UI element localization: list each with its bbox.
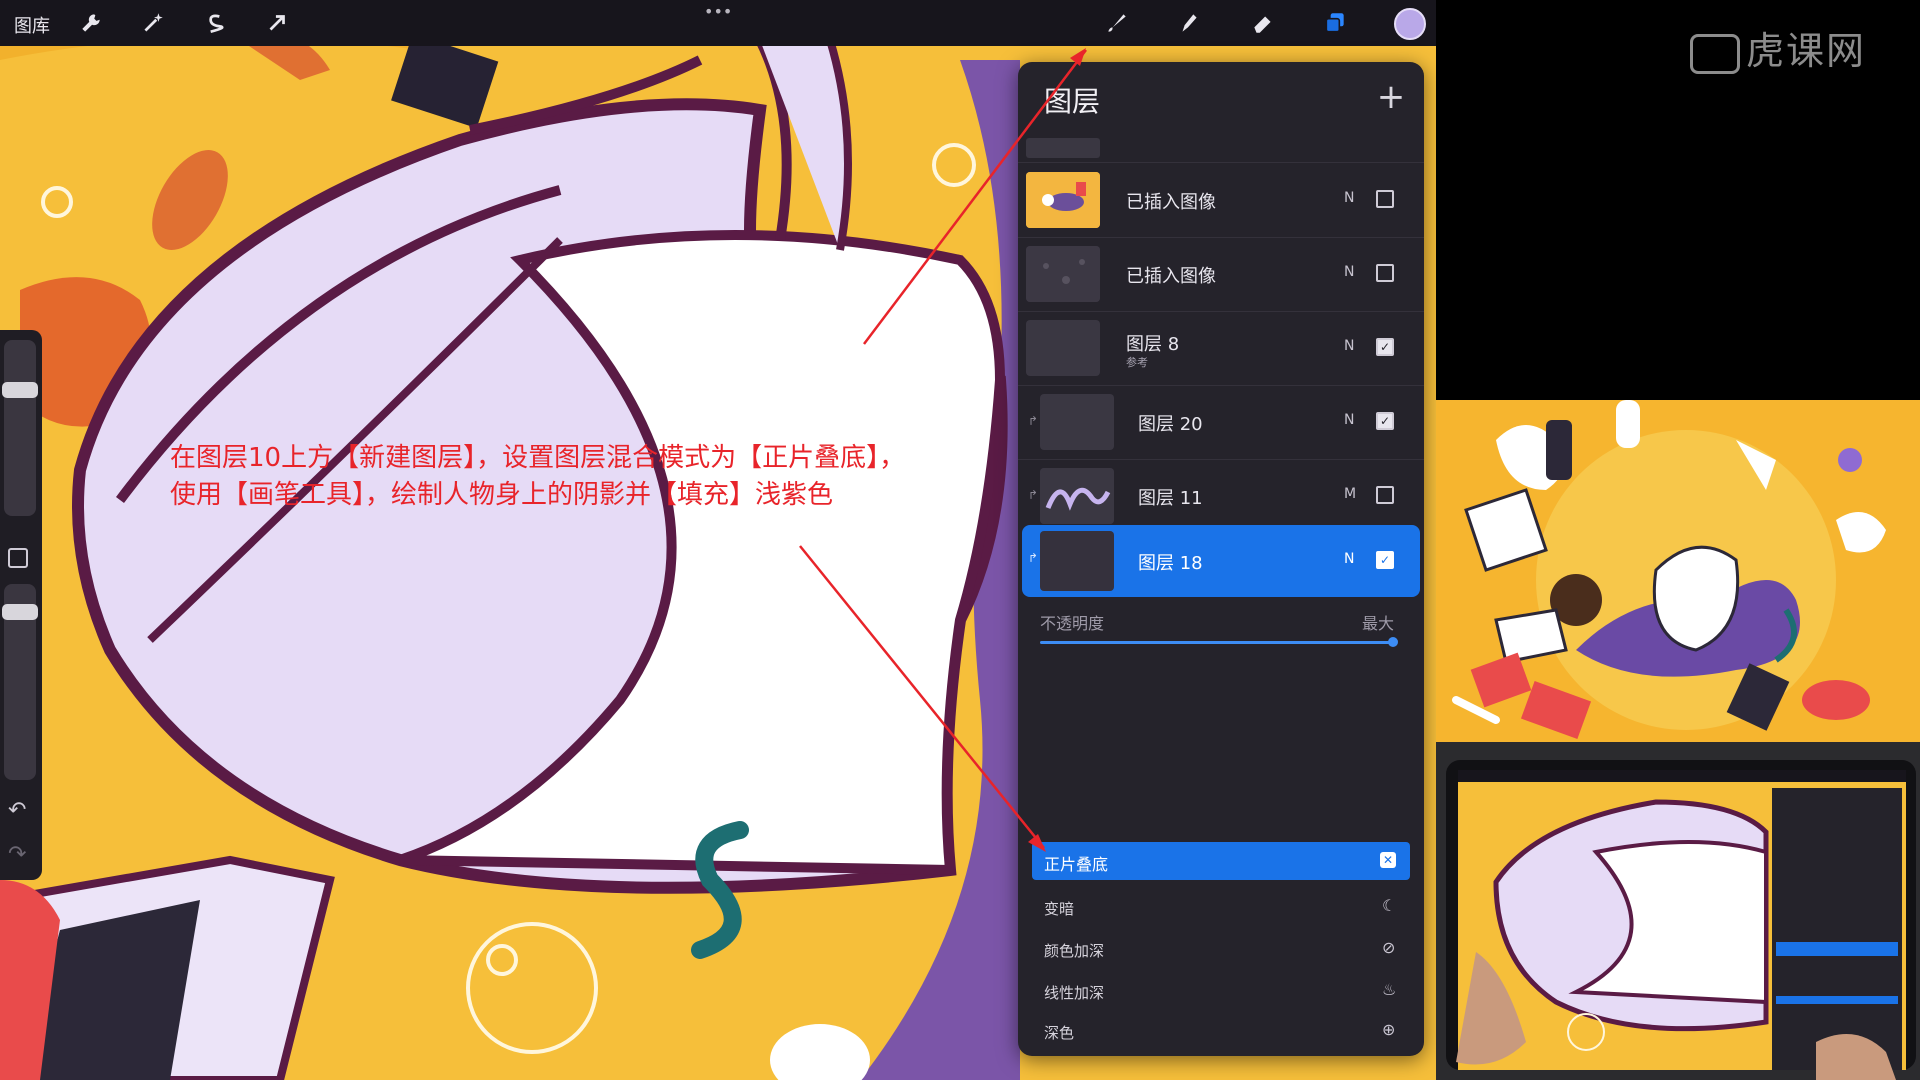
drawing-canvas[interactable]: 图库 ••• ↶ ↷ 图层 + 已插入图像 N 已插入图像 N 图层 8 参考 … — [0, 0, 1436, 1080]
tutorial-annotation: 在图层10上方【新建图层】，设置图层混合模式为【正片叠底】， 使用【画笔工具】，… — [170, 440, 905, 514]
annotation-line-1: 在图层10上方【新建图层】，设置图层混合模式为【正片叠底】， — [170, 443, 906, 473]
annotation-arrows — [799, 48, 1087, 852]
annotation-line-2: 使用【画笔工具】，绘制人物身上的阴影并【填充】浅紫色 — [170, 480, 834, 510]
tablet-camera-view — [1436, 742, 1920, 1080]
logo-icon — [1690, 33, 1740, 74]
watermark: 虎课网 — [1690, 20, 1866, 75]
reference-image — [1436, 400, 1920, 742]
